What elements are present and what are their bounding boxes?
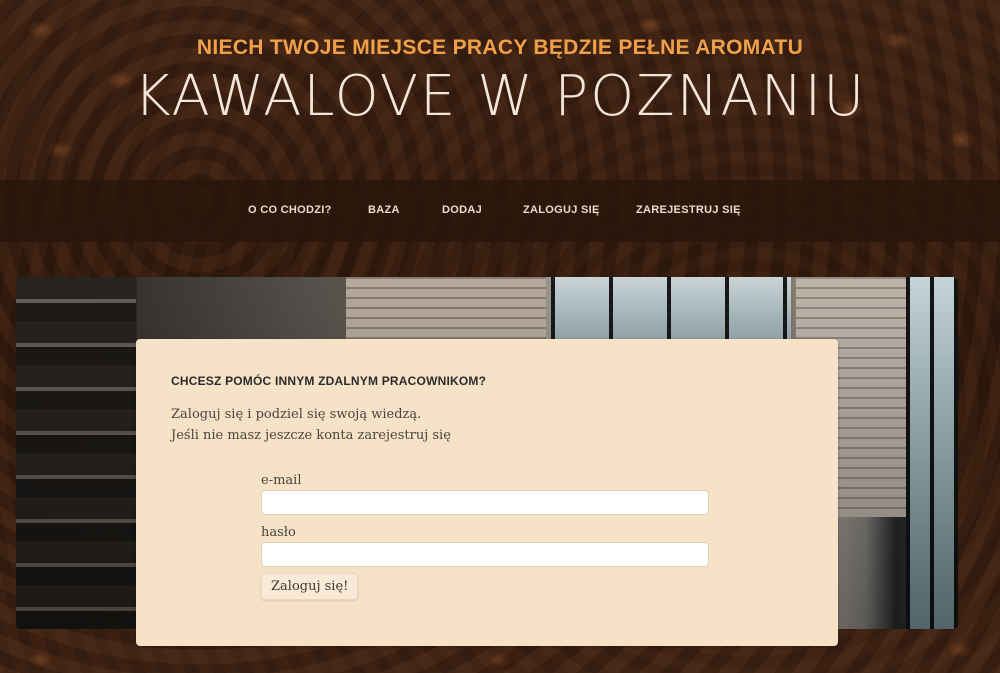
site-header: NIECH TWOJE MIEJSCE PRACY BĘDZIE PEŁNE A… xyxy=(0,0,1000,180)
nav-item-baza[interactable]: BAZA xyxy=(368,204,400,216)
nav-item-zaloguj[interactable]: ZALOGUJ SIĘ xyxy=(523,204,600,216)
login-card-heading: CHCESZ POMÓC INNYM ZDALNYM PRACOWNIKOM? xyxy=(171,374,487,388)
login-card-intro-line1: Zaloguj się i podziel się swoją wiedzą. xyxy=(171,407,422,422)
password-label: hasło xyxy=(261,525,296,540)
email-field[interactable] xyxy=(261,490,709,515)
login-card-intro-line2: Jeśli nie masz jeszcze konta zarejestruj… xyxy=(171,428,451,443)
nav-item-dodaj[interactable]: DODAJ xyxy=(442,204,482,216)
nav-item-zarejestruj[interactable]: ZAREJESTRUJ SIĘ xyxy=(636,204,741,216)
main-navigation: O CO CHODZI? BAZA DODAJ ZALOGUJ SIĘ ZARE… xyxy=(0,180,1000,242)
password-field[interactable] xyxy=(261,542,709,567)
login-card: CHCESZ POMÓC INNYM ZDALNYM PRACOWNIKOM? … xyxy=(136,339,838,646)
site-tagline: NIECH TWOJE MIEJSCE PRACY BĘDZIE PEŁNE A… xyxy=(196,36,804,59)
nav-item-o-co-chodzi[interactable]: O CO CHODZI? xyxy=(248,204,332,216)
site-title: KAWALOVE W POZNANIU xyxy=(133,64,867,129)
email-label: e-mail xyxy=(261,473,302,488)
login-button[interactable]: Zaloguj się! xyxy=(261,573,359,600)
